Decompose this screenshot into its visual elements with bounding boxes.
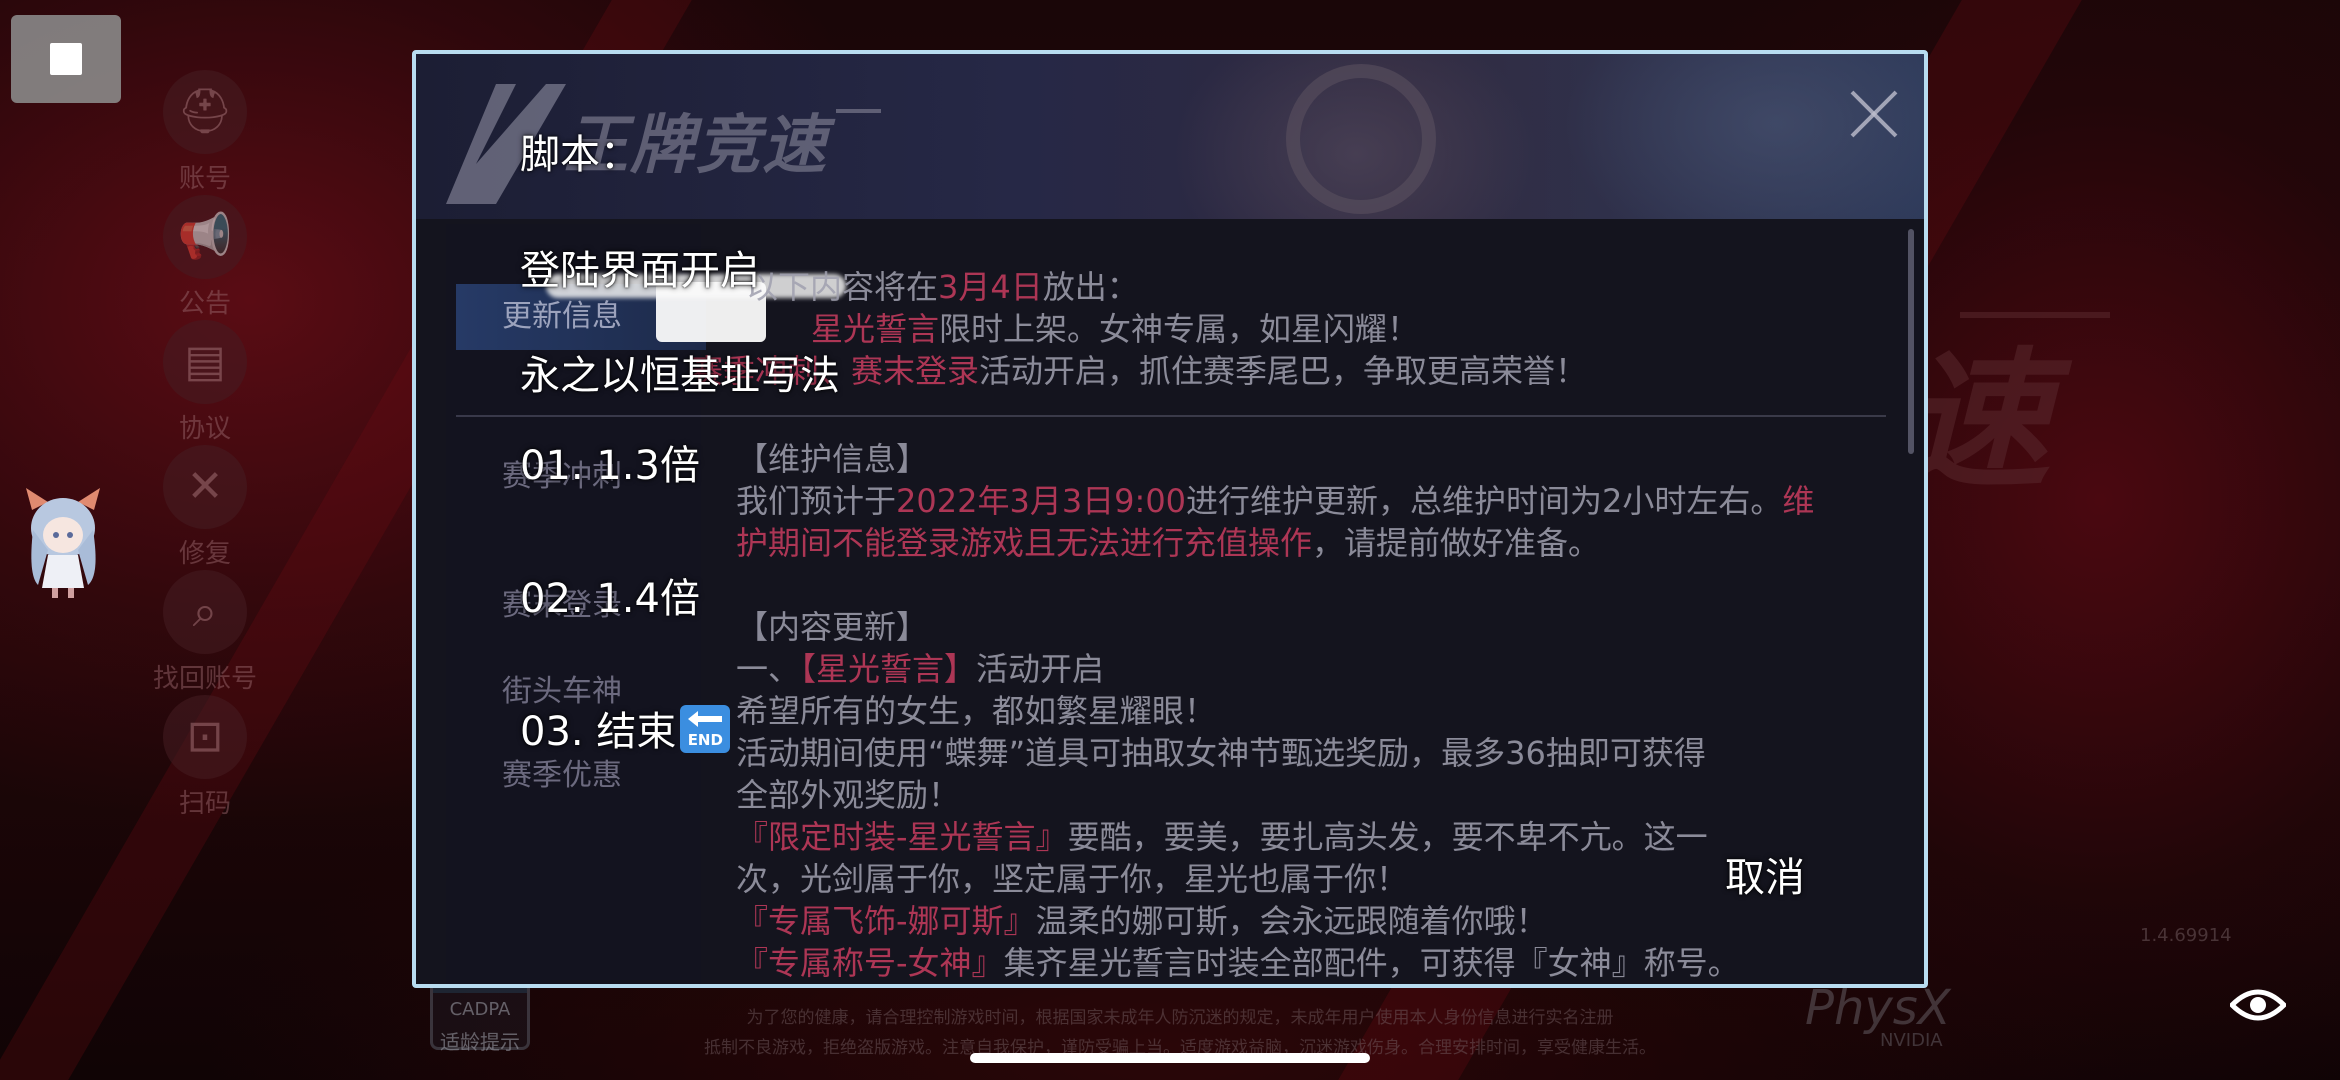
side-item-label: 账号	[178, 164, 231, 194]
side-item-account[interactable]: ⛑ 账号	[140, 70, 270, 195]
age-rating-sub: 适龄提示	[440, 1030, 520, 1054]
reward-line: 『限定时装-星光誓言』要酷，要美，要扎高头发，要不卑不亢。这一	[736, 818, 1708, 856]
physx-logo: PhysX	[1805, 980, 1951, 1036]
side-item-label: 修复	[178, 539, 231, 569]
stop-square-icon	[50, 43, 82, 75]
banner-wheel-graphic	[1286, 64, 1436, 214]
close-icon[interactable]	[1846, 86, 1902, 142]
megaphone-icon: 📢	[163, 195, 247, 279]
magnifier-icon: ⌕	[163, 570, 247, 654]
side-item-label: 公告	[178, 289, 231, 319]
side-item-repair[interactable]: ✕ 修复	[140, 445, 270, 570]
home-indicator[interactable]	[970, 1053, 1370, 1063]
reward-line: 『专属飞饰-娜可斯』温柔的娜可斯，会永远跟随着你哦！	[736, 902, 1548, 940]
nvidia-logo: NVIDIA	[1880, 1030, 1943, 1051]
content-line: 全部外观奖励！	[736, 776, 961, 814]
end-icon-text: END	[687, 731, 723, 749]
side-item-label: 协议	[178, 414, 231, 444]
version-label: 1.4.69914	[2140, 925, 2232, 946]
maintenance-line: 护期间不能登录游戏且无法进行充值操作，请提前做好准备。	[736, 524, 1601, 562]
option-end[interactable]: 03. 结束 END	[520, 699, 731, 757]
option-base-address-method[interactable]: 永之以恒基址写法	[520, 343, 840, 401]
announcement-dialog: 王牌竞速 更新信息 赛季冲刺 赛末登录 街头车神 赛季优惠 以下内容将在3月4日…	[412, 50, 1928, 988]
document-icon: ▤	[163, 320, 247, 404]
maintenance-line: 我们预计于2022年3月3日9:00进行维护更新，总维护时间为2小时左右。维	[736, 482, 1815, 520]
logo-stroke	[836, 109, 881, 113]
screen: 速 ⛑ 账号 📢 公告 ▤ 协议 ✕ 修复 ⌕ 找回账号 ⊡ 扫码 CADPA …	[0, 0, 2340, 1080]
health-notice-line: 为了您的健康，请合理控制游戏时间，根据国家未成年人防沉迷的规定，未成年用户使用本…	[746, 1008, 1614, 1028]
stop-button[interactable]	[11, 15, 121, 103]
wrench-icon: ✕	[163, 445, 247, 529]
side-item-recover-account[interactable]: ⌕ 找回账号	[140, 570, 270, 695]
notice-line: 以下内容将在3月4日放出：	[746, 268, 1139, 306]
side-item-agreement[interactable]: ▤ 协议	[140, 320, 270, 445]
option-login-screen-enable[interactable]: 登陆界面开启	[520, 238, 760, 296]
qr-scan-icon: ⊡	[163, 695, 247, 779]
maintenance-heading: 【维护信息】	[736, 440, 929, 478]
notice-line: 星光誓言限时上架。女神专属，如星闪耀！	[811, 310, 1420, 348]
content-scrollbar[interactable]	[1908, 229, 1914, 454]
side-item-notice[interactable]: 📢 公告	[140, 195, 270, 320]
side-item-scan[interactable]: ⊡ 扫码	[140, 695, 270, 820]
option-speed-1-3x[interactable]: 01. 1.3倍	[520, 433, 700, 491]
content-update-heading: 【内容更新】	[736, 608, 929, 646]
side-item-label: 找回账号	[152, 664, 257, 694]
script-menu-title: 脚本：	[520, 132, 640, 178]
dialog-header-banner: 王牌竞速	[416, 54, 1924, 219]
option-end-label: 03. 结束	[520, 709, 677, 755]
content-divider	[456, 415, 1886, 417]
end-arrow-icon: END	[680, 705, 731, 753]
eye-icon[interactable]	[2230, 985, 2286, 1025]
floating-character-avatar[interactable]	[18, 480, 108, 600]
age-rating-label: CADPA	[449, 999, 511, 1020]
content-line: 希望所有的女生，都如繁星耀眼！	[736, 692, 1217, 730]
option-speed-1-4x[interactable]: 02. 1.4倍	[520, 566, 700, 624]
side-item-label: 扫码	[178, 789, 231, 819]
reward-line: 次，光剑属于你，坚定属于你，星光也属于你！	[736, 860, 1409, 898]
user-helmet-icon: ⛑	[163, 70, 247, 154]
cancel-button[interactable]: 取消	[1725, 845, 1805, 903]
content-item: 一、【星光誓言】活动开启	[736, 650, 1105, 688]
bg-title-stroke	[1960, 312, 2110, 318]
reward-line: 『专属称号-女神』集齐星光誓言时装全部配件，可获得『女神』称号。	[736, 944, 1740, 982]
content-line: 活动期间使用“蝶舞”道具可抽取女神节甄选奖励，最多36抽即可获得	[736, 734, 1706, 772]
